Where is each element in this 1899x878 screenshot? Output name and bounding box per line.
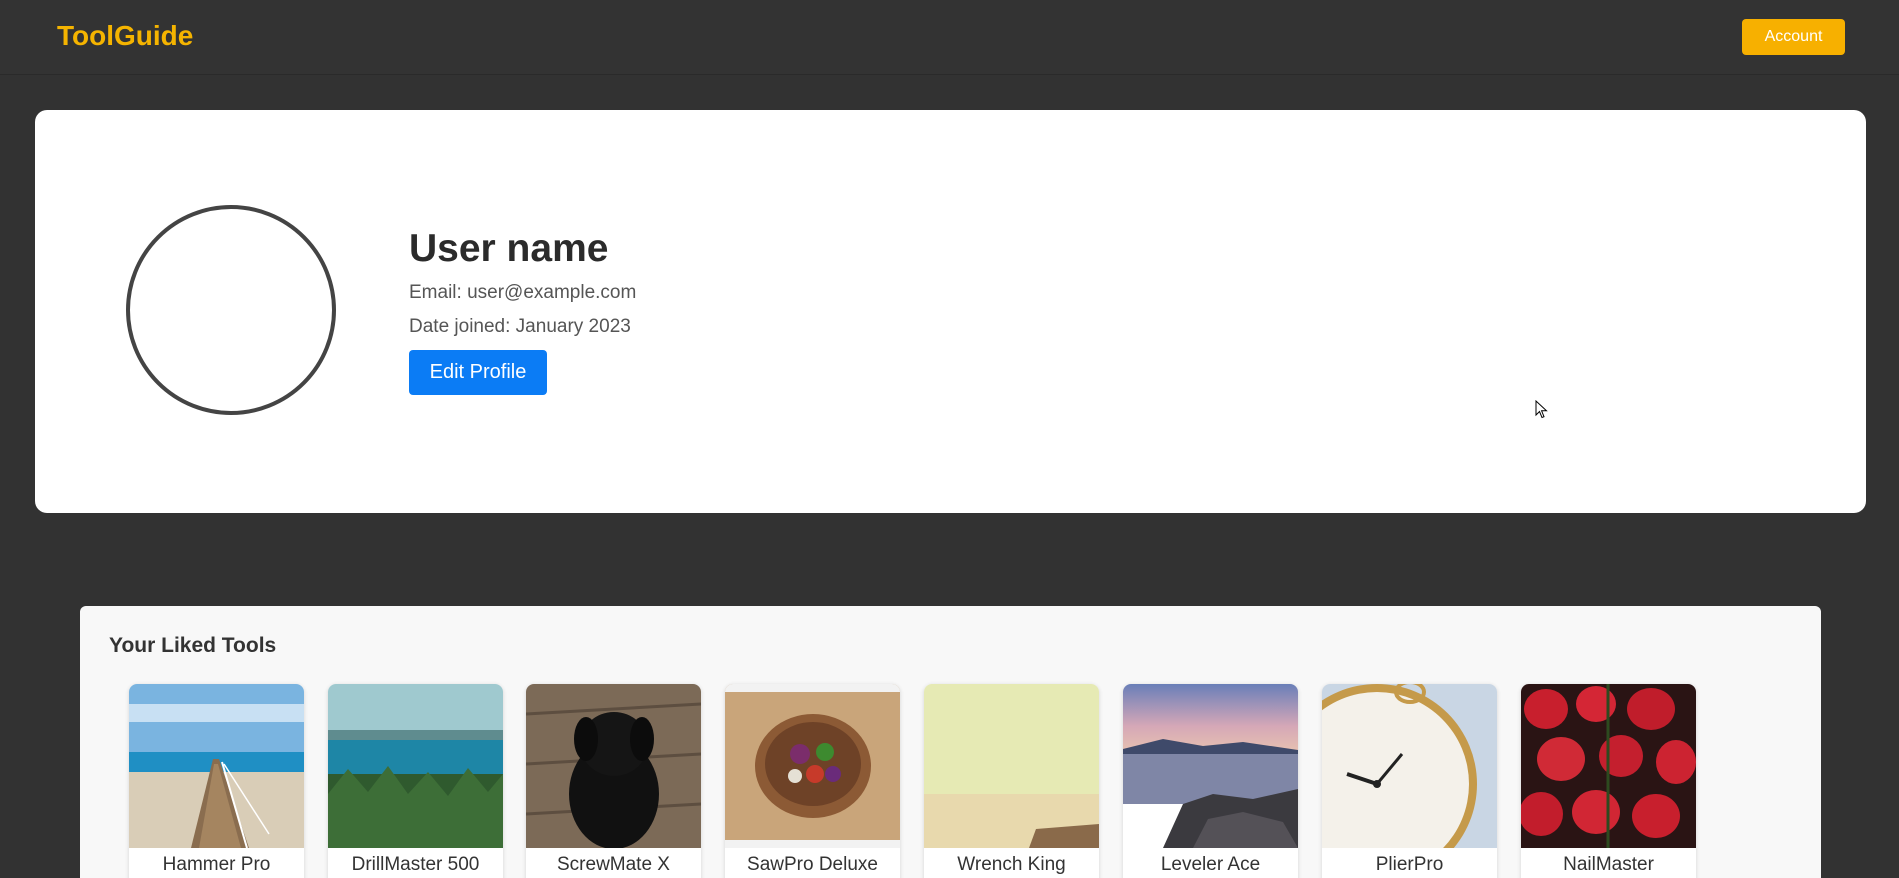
tool-image-screwmate-x: [526, 684, 701, 848]
tool-name: SawPro Deluxe: [747, 854, 878, 875]
tool-card-leveler-ace[interactable]: Leveler Ace: [1123, 684, 1298, 878]
tool-image-plierpro: [1322, 684, 1497, 848]
user-name-heading: User name: [409, 227, 609, 270]
tool-name: ScrewMate X: [557, 854, 670, 875]
top-navbar: ToolGuide Account: [0, 0, 1899, 75]
mouse-cursor-icon: [1535, 400, 1548, 419]
date-joined-text: Date joined: January 2023: [409, 316, 631, 337]
tool-card-nailmaster[interactable]: NailMaster: [1521, 684, 1696, 878]
profile-card: User name Email: user@example.com Date j…: [35, 110, 1866, 513]
tool-name: DrillMaster 500: [351, 854, 480, 875]
tool-name: PlierPro: [1375, 854, 1444, 875]
tool-name: NailMaster: [1563, 854, 1654, 875]
tool-card-drillmaster-500[interactable]: DrillMaster 500: [328, 684, 503, 878]
tool-image-hammer-pro: [129, 684, 304, 848]
tool-card-screwmate-x[interactable]: ScrewMate X: [526, 684, 701, 878]
tool-card-sawpro-deluxe[interactable]: SawPro Deluxe: [725, 684, 900, 878]
tool-image-leveler-ace: [1123, 684, 1298, 848]
account-button[interactable]: Account: [1742, 19, 1845, 55]
tool-image-wrench-king: [924, 684, 1099, 848]
tool-image-drillmaster-500: [328, 684, 503, 848]
liked-tools-title: Your Liked Tools: [109, 634, 277, 657]
tool-name: Wrench King: [957, 854, 1066, 875]
tool-card-plierpro[interactable]: PlierPro: [1322, 684, 1497, 878]
tool-name: Leveler Ace: [1160, 854, 1261, 875]
avatar: [126, 205, 336, 415]
liked-tools-section: Your Liked Tools Hammer Pro DrillMaster …: [80, 606, 1821, 878]
brand-logo[interactable]: ToolGuide: [57, 20, 193, 52]
tool-name: Hammer Pro: [162, 854, 271, 875]
tool-card-wrench-king[interactable]: Wrench King: [924, 684, 1099, 878]
tool-card-hammer-pro[interactable]: Hammer Pro: [129, 684, 304, 878]
edit-profile-button[interactable]: Edit Profile: [409, 350, 547, 395]
tool-image-nailmaster: [1521, 684, 1696, 848]
tool-image-sawpro-deluxe: [725, 684, 900, 848]
email-text: Email: user@example.com: [409, 282, 637, 303]
